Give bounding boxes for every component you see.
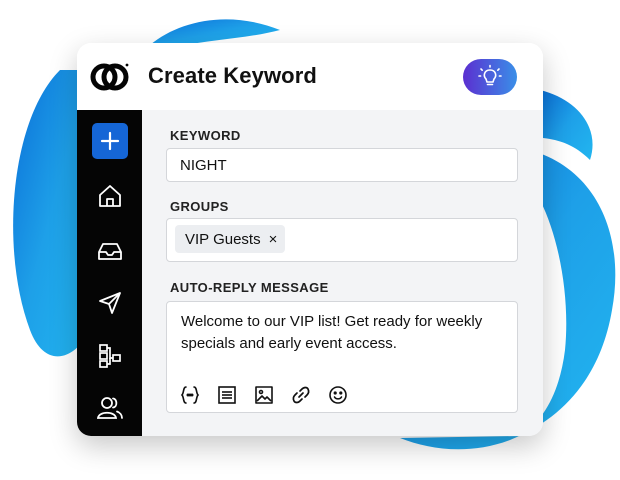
template-icon bbox=[217, 385, 236, 404]
sidebar-item-inbox[interactable] bbox=[92, 233, 128, 269]
sidebar-item-add[interactable] bbox=[92, 123, 128, 159]
auto-reply-label: AUTO-REPLY MESSAGE bbox=[170, 280, 329, 295]
keyword-input[interactable] bbox=[167, 149, 517, 181]
card-header: Create Keyword bbox=[77, 43, 543, 110]
group-chip: VIP Guests × bbox=[175, 225, 286, 253]
inbox-icon bbox=[98, 243, 122, 260]
remove-chip-icon[interactable]: × bbox=[269, 231, 278, 248]
idea-button[interactable] bbox=[463, 59, 517, 95]
template-button[interactable] bbox=[214, 382, 239, 407]
sidebar-item-send[interactable] bbox=[92, 285, 128, 321]
create-keyword-card: Create Keyword KEYWORD NIGHT GROUPS VIP … bbox=[77, 43, 543, 436]
keyword-form: KEYWORD GROUPS VIP Guests × AUTO-REPLY M… bbox=[142, 110, 543, 436]
keyword-field-wrapper bbox=[166, 148, 518, 182]
groups-field[interactable]: VIP Guests × bbox=[166, 218, 518, 262]
variable-braces-button[interactable] bbox=[177, 382, 202, 407]
lightbulb-icon bbox=[478, 64, 502, 86]
emoji-icon bbox=[328, 385, 347, 404]
contacts-icon bbox=[96, 397, 123, 419]
auto-reply-message[interactable]: Welcome to our VIP list! Get ready for w… bbox=[181, 311, 507, 355]
sidebar-item-contacts[interactable] bbox=[92, 390, 128, 426]
message-toolbar bbox=[177, 382, 350, 407]
group-chip-label: VIP Guests bbox=[185, 230, 261, 248]
workflow-icon bbox=[99, 344, 121, 368]
image-button[interactable] bbox=[251, 382, 276, 407]
home-icon bbox=[99, 185, 121, 207]
emoji-button[interactable] bbox=[325, 382, 350, 407]
auto-reply-field[interactable]: Welcome to our VIP list! Get ready for w… bbox=[166, 301, 518, 413]
image-icon bbox=[254, 385, 273, 404]
send-icon bbox=[99, 292, 121, 314]
sidebar-item-workflow[interactable] bbox=[92, 338, 128, 374]
groups-label: GROUPS bbox=[170, 199, 229, 214]
plus-icon bbox=[100, 131, 120, 151]
link-button[interactable] bbox=[288, 382, 313, 407]
page-title: Create Keyword bbox=[148, 63, 317, 88]
sidebar-item-home[interactable] bbox=[92, 178, 128, 214]
brand-logo bbox=[90, 63, 129, 91]
sidebar bbox=[77, 110, 142, 436]
variable-braces-icon bbox=[180, 385, 199, 404]
link-icon bbox=[292, 386, 309, 403]
keyword-label: KEYWORD bbox=[170, 128, 241, 143]
